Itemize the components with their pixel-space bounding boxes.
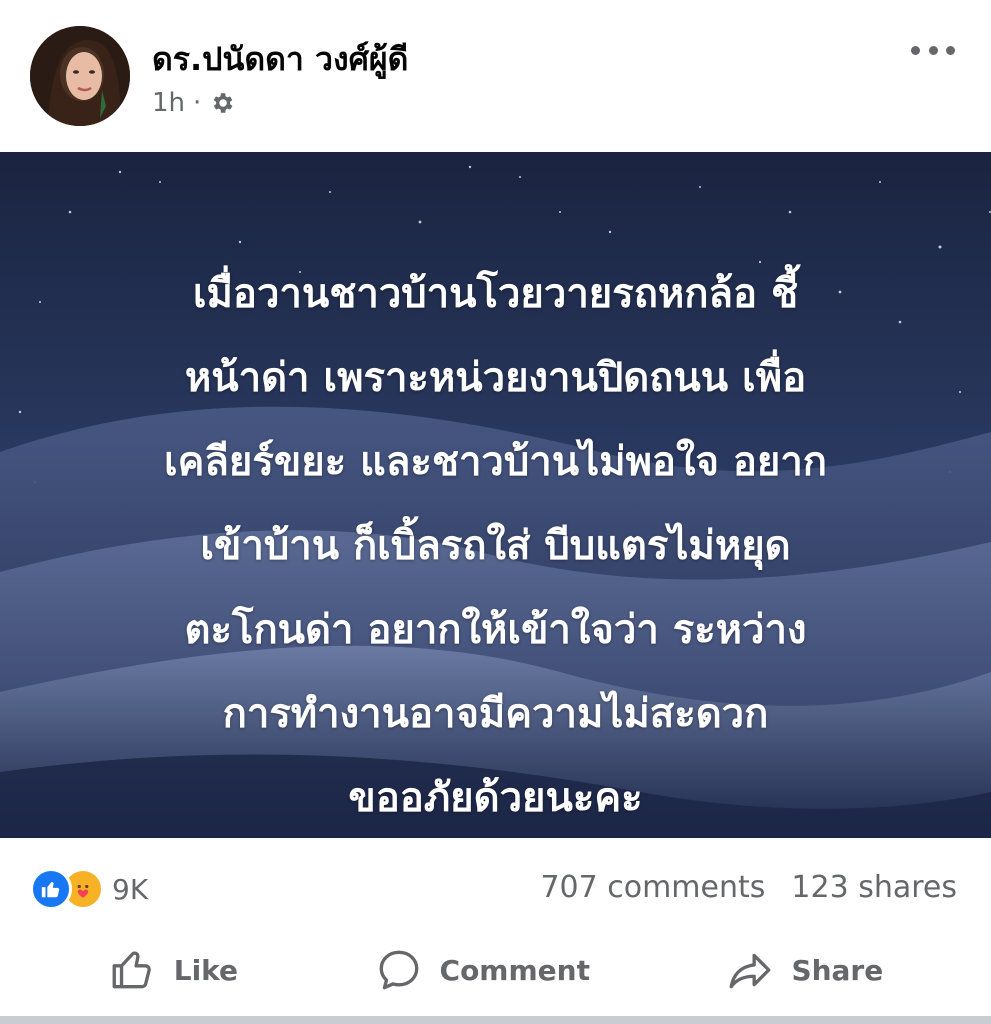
post-quote-text: เมื่อวานชาวบ้านโวยวายรถหกล้อ ชี้ หน้าด่า… — [60, 252, 931, 838]
like-icon — [30, 868, 72, 910]
more-dot — [928, 45, 938, 55]
engagement-counts: 9K 707 comments 123 shares — [0, 858, 991, 922]
share-count[interactable]: 123 shares — [791, 870, 957, 905]
share-button[interactable]: Share — [725, 945, 883, 995]
quote-line: หน้าด่า เพราะหน่วยงานปิดถนน เพื่อ — [184, 355, 807, 401]
meta-separator: · — [193, 88, 202, 118]
quote-line: เข้าบ้าน ก็เบิ้ลรถใส่ บีบแตรไม่หยุด — [200, 523, 791, 569]
gear-icon[interactable] — [209, 90, 235, 116]
post-image[interactable]: เมื่อวานชาวบ้านโวยวายรถหกล้อ ชี้ หน้าด่า… — [0, 152, 991, 838]
post-meta: 1h · — [152, 86, 235, 120]
comment-icon — [379, 950, 418, 990]
reactions-summary[interactable]: 9K — [30, 868, 148, 910]
more-dot — [946, 45, 955, 55]
post-stats: 707 comments 123 shares — [540, 870, 957, 905]
comment-label: Comment — [439, 953, 590, 987]
facebook-post: ดร.ปนัดดา วงศ์ผู้ดี 1h · เมื่อวานชาวบ้าน… — [0, 0, 991, 1024]
quote-line: การทำงานอาจมีความไม่สะดวก — [222, 691, 769, 737]
post-header: ดร.ปนัดดา วงศ์ผู้ดี 1h · — [0, 0, 991, 152]
post-time[interactable]: 1h — [152, 88, 185, 118]
feed-divider — [0, 1016, 991, 1024]
share-label: Share — [791, 953, 884, 987]
like-button[interactable]: Like — [108, 945, 238, 995]
author-name[interactable]: ดร.ปนัดดา วงศ์ผู้ดี — [152, 34, 408, 85]
more-dot — [911, 45, 920, 55]
post-actions: Like Comment Share — [0, 930, 991, 1010]
comment-count[interactable]: 707 comments — [540, 870, 765, 905]
author-avatar[interactable] — [30, 26, 130, 126]
like-label: Like — [173, 953, 239, 987]
quote-line: ตะโกนด่า อยากให้เข้าใจว่า ระหว่าง — [184, 607, 807, 653]
quote-line: ขออภัยด้วยนะคะ — [348, 775, 643, 821]
reaction-count: 9K — [112, 872, 149, 906]
more-options-icon[interactable] — [911, 38, 955, 62]
quote-line: เมื่อวานชาวบ้านโวยวายรถหกล้อ ชี้ — [192, 271, 799, 317]
share-arrow-icon — [730, 953, 771, 989]
comment-button[interactable]: Comment — [374, 945, 590, 995]
thumbs-up-icon — [112, 951, 151, 989]
quote-line: เคลียร์ขยะ และชาวบ้านไม่พอใจ อยาก — [163, 439, 827, 485]
